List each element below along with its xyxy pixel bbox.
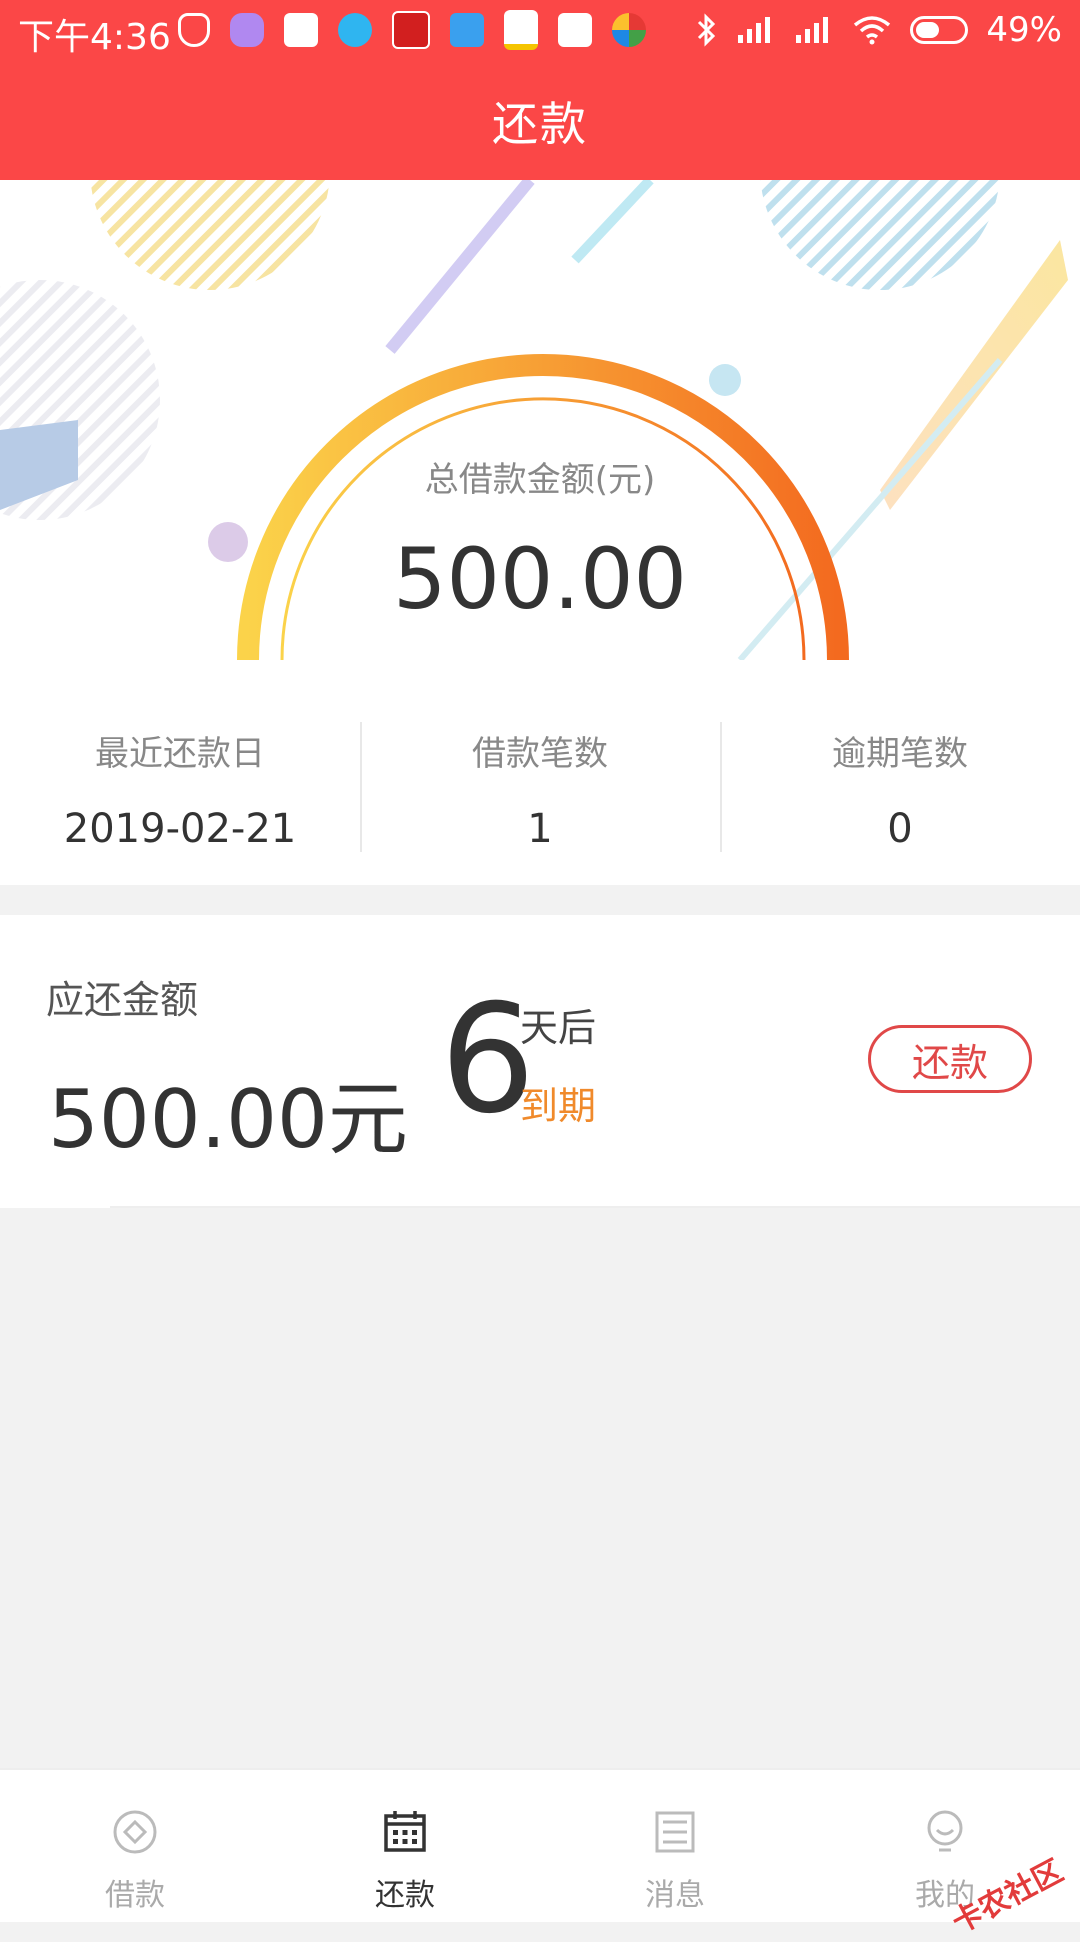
total-loan-amount: 500.00: [393, 530, 687, 628]
video-app-icon: [504, 10, 538, 50]
repay-button[interactable]: 还款: [868, 1025, 1032, 1093]
tab-message[interactable]: 消息: [540, 1770, 810, 1922]
stat-value: 0: [887, 806, 913, 852]
top-bar: 下午4:36 49% 还款: [0, 0, 1080, 180]
battery-percent: 49%: [986, 10, 1062, 50]
colorful-app-icon: [612, 13, 646, 47]
tab-repay[interactable]: 还款: [270, 1770, 540, 1922]
stat-recent-repay-date: 最近还款日 2019-02-21: [0, 660, 360, 885]
send-app-icon: [450, 13, 484, 47]
due-card: 应还金额 500.00元 6 天后 到期 还款: [0, 915, 1080, 1208]
stat-label: 借款笔数: [472, 734, 608, 774]
total-loan-label: 总借款金额(元): [424, 460, 656, 500]
stat-loan-count: 借款笔数 1: [360, 660, 720, 885]
stat-value: 1: [527, 806, 553, 852]
stat-value: 2019-02-21: [63, 806, 297, 852]
due-days-after-label: 天后: [520, 1006, 597, 1050]
tab-label: 消息: [645, 1878, 705, 1913]
bottom-nav: 借款 还款 消息 我的 卡农社区: [0, 1768, 1080, 1941]
status-time: 下午4:36: [18, 17, 171, 58]
play-app-icon: [558, 13, 592, 47]
loan-summary-hero: 总借款金额(元) 500.00: [0, 180, 1080, 660]
bluetooth-icon: [698, 13, 716, 47]
music-app-icon: [392, 11, 430, 49]
profile-icon: [927, 1810, 963, 1852]
chat-app-icon: [230, 13, 264, 47]
wifi-icon: [854, 16, 891, 45]
loan-stats: 最近还款日 2019-02-21 借款笔数 1 逾期笔数 0: [0, 660, 1080, 885]
signal-icon: [796, 17, 829, 43]
battery-icon: [910, 16, 969, 44]
stat-overdue-count: 逾期笔数 0: [720, 660, 1080, 885]
due-expire-label: 到期: [520, 1084, 597, 1128]
calendar-icon: [384, 1811, 426, 1852]
shield-app-icon: [178, 13, 210, 47]
tab-label: 还款: [375, 1878, 435, 1913]
due-amount: 500.00元: [48, 1073, 408, 1166]
loan-icon: [113, 1810, 157, 1854]
notification-icons: [178, 10, 646, 50]
stat-label: 逾期笔数: [832, 734, 968, 774]
divider: [110, 1206, 1080, 1208]
due-amount-label: 应还金额: [46, 978, 199, 1022]
browser-app-icon: [338, 13, 372, 47]
tab-loan[interactable]: 借款: [0, 1770, 270, 1922]
tab-label: 借款: [105, 1878, 165, 1913]
signal-icon: [738, 17, 771, 43]
page-title: 还款: [492, 97, 588, 151]
stat-label: 最近还款日: [95, 734, 265, 774]
message-app-icon: [284, 13, 318, 47]
message-icon: [655, 1811, 695, 1853]
status-right: 49%: [696, 10, 1062, 50]
status-bar: 下午4:36 49%: [0, 0, 1080, 64]
